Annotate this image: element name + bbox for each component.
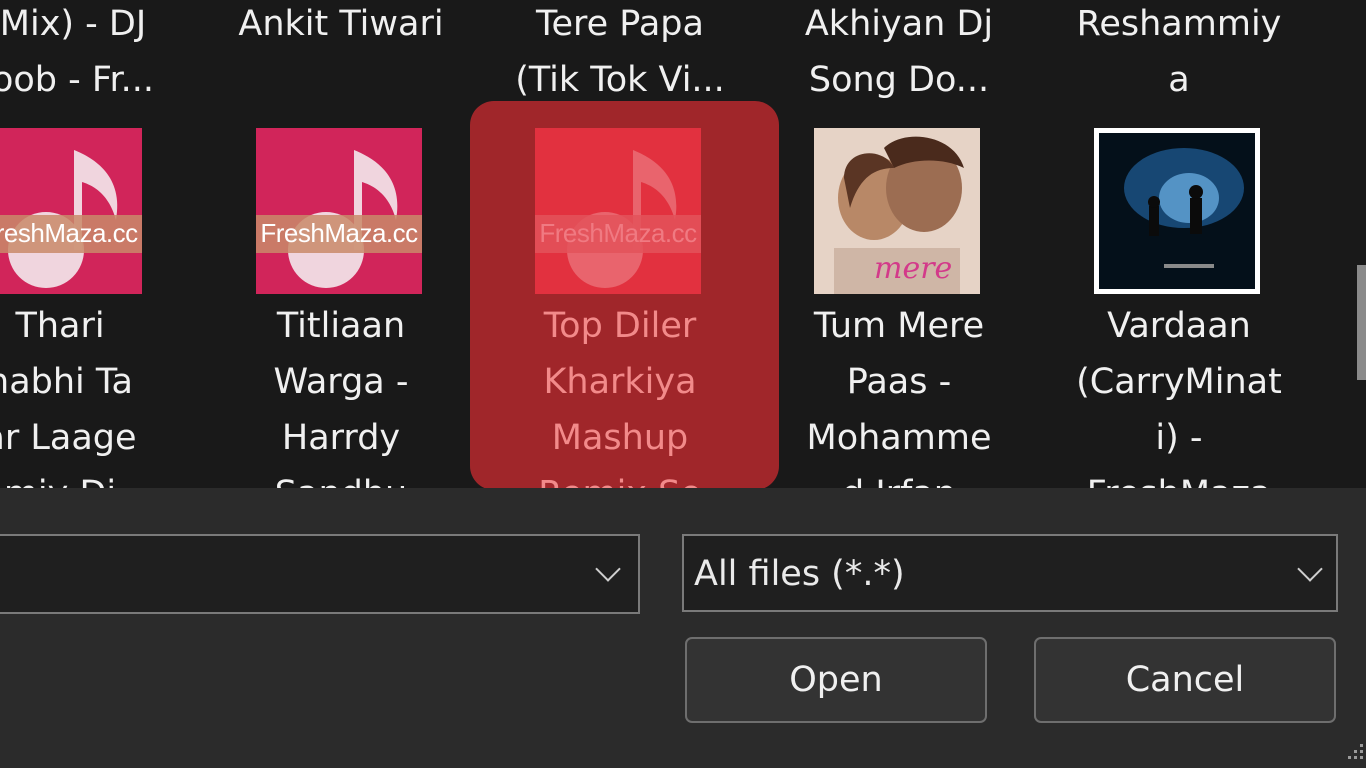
file-name-line: Mohamme: [806, 418, 992, 458]
file-name-line: Harrdy: [281, 418, 401, 458]
thumb-logo-text: FreshMaza.cc: [0, 218, 138, 248]
file-grid[interactable]: Mix) - DJ oob - Fr... Ankit Tiwari Tere …: [0, 0, 1366, 488]
file-name-line: Thari: [15, 306, 105, 346]
dialog-footer: All files (*.*) Open Cancel: [0, 488, 1366, 768]
file-name-line: FreshMaza: [1024, 466, 1334, 488]
file-name-line: Vardaan: [1107, 306, 1251, 346]
file-item-row1-3[interactable]: Tere Papa (Tik Tok Vi...: [465, 0, 775, 108]
file-name-line: Mashup: [551, 418, 689, 458]
file-name-line: habhi Ta: [0, 362, 133, 402]
filename-input[interactable]: [0, 534, 640, 614]
svg-text:mere: mere: [874, 251, 952, 286]
file-name-line: Top Diler: [543, 306, 697, 346]
file-name-line: Paas -: [846, 362, 952, 402]
music-file-icon[interactable]: FreshMaza.cc: [0, 128, 142, 294]
file-item-row1-4[interactable]: Akhiyan Dj Song Do...: [744, 0, 1054, 108]
file-name-line: Tum Mere: [813, 306, 985, 346]
file-name-line: d Irfan: [744, 466, 1054, 488]
file-item-row1-5[interactable]: Reshammiy a: [1024, 0, 1334, 108]
cancel-button[interactable]: Cancel: [1034, 637, 1336, 723]
music-file-icon[interactable]: FreshMaza.cc: [256, 128, 422, 294]
file-name-line: Tere Papa: [536, 4, 704, 44]
file-open-dialog: Mix) - DJ oob - Fr... Ankit Tiwari Tere …: [0, 0, 1366, 768]
scrollbar-thumb[interactable]: [1357, 265, 1366, 380]
file-name-line: Song Do...: [808, 60, 990, 100]
open-button[interactable]: Open: [685, 637, 987, 723]
file-name-line: Kharkiya: [543, 362, 697, 402]
file-name-line: Akhiyan Dj: [804, 4, 994, 44]
file-name-line: miy Dj: [0, 466, 215, 488]
file-name-line: Remix So: [465, 466, 775, 488]
file-type-select[interactable]: All files (*.*): [682, 534, 1338, 612]
thumb-logo-text: FreshMaza.cc: [539, 218, 697, 248]
resize-grip-icon[interactable]: [1348, 742, 1366, 768]
file-name-line: Titliaan: [276, 306, 406, 346]
file-name-line: Sandhu: [186, 466, 496, 488]
chevron-down-icon[interactable]: [595, 556, 621, 582]
music-file-icon[interactable]: FreshMaza.cc: [535, 128, 701, 294]
file-name-line: i) -: [1155, 418, 1203, 458]
file-name-line: Reshammiy: [1076, 4, 1282, 44]
album-art-thumbnail[interactable]: mere: [814, 128, 980, 294]
file-name-line: (Tik Tok Vi...: [515, 60, 725, 100]
file-name-line: Warga -: [273, 362, 409, 402]
thumb-logo-text: FreshMaza.cc: [260, 218, 418, 248]
file-item-label[interactable]: Thari habhi Ta ar Laage miy Dj: [0, 298, 215, 488]
file-name-line: a: [1168, 60, 1190, 100]
album-art-thumbnail[interactable]: [1094, 128, 1260, 294]
chevron-down-icon[interactable]: [1297, 556, 1323, 582]
file-item-label[interactable]: Tum Mere Paas - Mohamme d Irfan: [744, 298, 1054, 488]
file-name-line: Ankit Tiwari: [238, 4, 444, 44]
file-item-label[interactable]: Vardaan (CarryMinat i) - FreshMaza: [1024, 298, 1334, 488]
file-name-line: (CarryMinat: [1076, 362, 1282, 402]
file-type-value: All files (*.*): [694, 554, 905, 594]
file-item-row1-2[interactable]: Ankit Tiwari: [186, 0, 496, 52]
file-name-line: oob - Fr...: [0, 60, 155, 100]
file-item-label-selected[interactable]: Top Diler Kharkiya Mashup Remix So: [465, 298, 775, 488]
file-name-line: ar Laage: [0, 418, 137, 458]
file-item-label[interactable]: Titliaan Warga - Harrdy Sandhu: [186, 298, 496, 488]
